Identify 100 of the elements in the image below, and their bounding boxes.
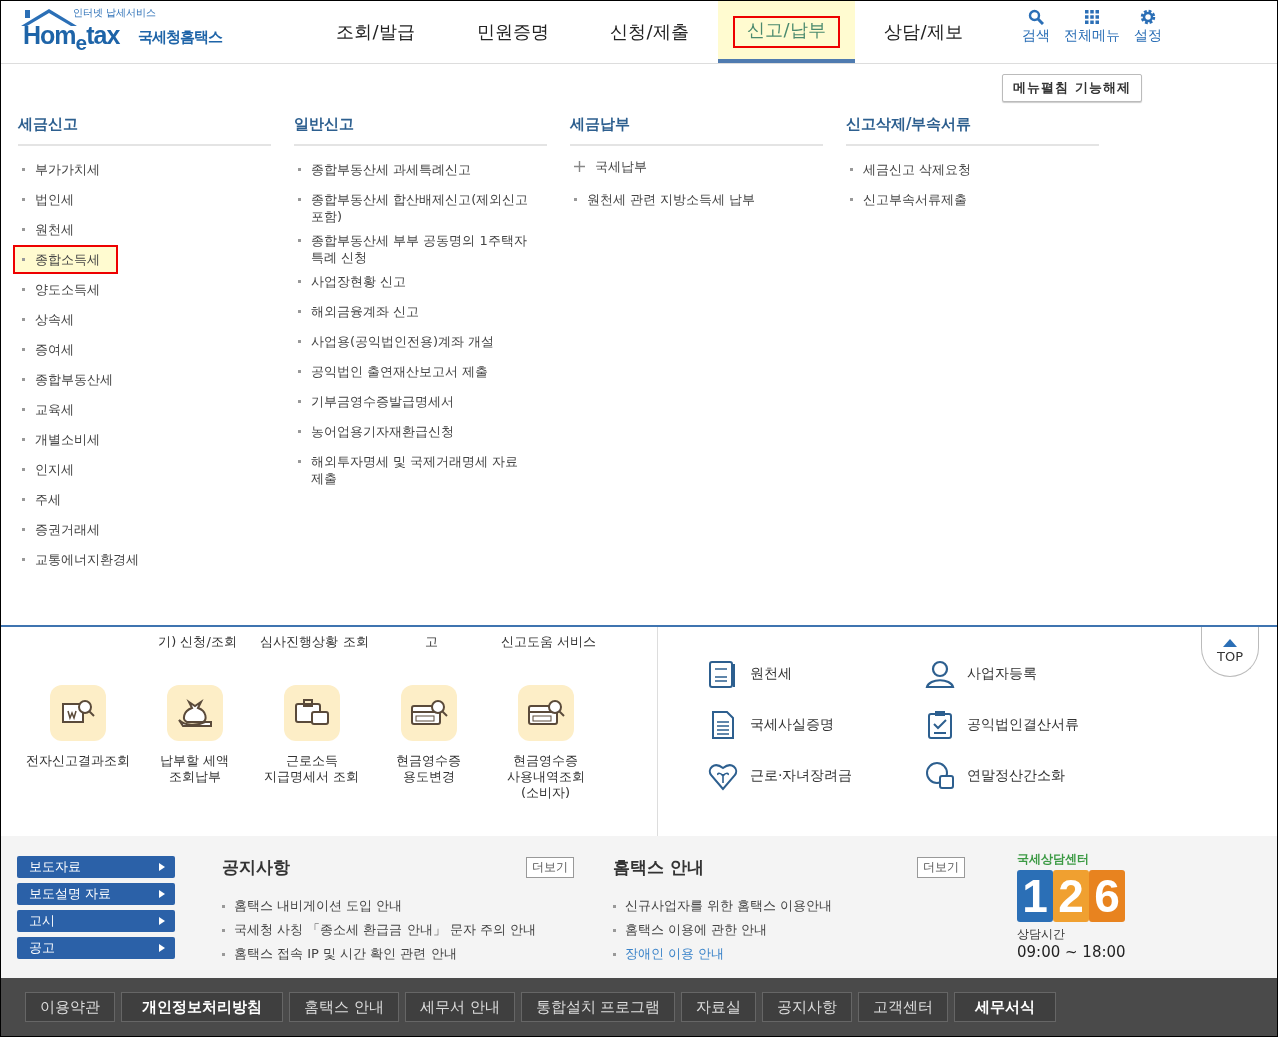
service-link[interactable]: 전자신고결과조회: [19, 685, 136, 801]
back-to-top-button[interactable]: TOP: [1201, 627, 1259, 677]
footer-link[interactable]: 통합설치 프로그램: [520, 992, 676, 1022]
bullet-icon: [298, 430, 301, 433]
bullet-icon: [613, 928, 616, 932]
menu-item[interactable]: 교육세: [18, 399, 74, 420]
footer-link[interactable]: 이용약관: [25, 992, 115, 1022]
tool-link[interactable]: 검색: [1022, 9, 1050, 63]
bullet-icon: [22, 438, 25, 441]
shortcut-link[interactable]: 근로·자녀장려금: [708, 761, 925, 791]
service-link[interactable]: 현금영수증 사용내역조회 (소비자): [487, 685, 604, 801]
menu-item[interactable]: 법인세: [18, 189, 74, 210]
footer-link[interactable]: 세무서식: [954, 992, 1057, 1022]
menu-item[interactable]: 상속세: [18, 309, 74, 330]
menu-item[interactable]: 해외금융계좌 신고: [294, 301, 420, 322]
notice-link[interactable]: 홈택스 이용에 관한 안내: [625, 921, 768, 939]
shortcut-link[interactable]: 사업자등록: [925, 659, 1142, 689]
press-link[interactable]: 보도자료: [17, 856, 175, 878]
nav-tab[interactable]: 상담/제보: [855, 1, 992, 63]
logo-wordmark[interactable]: Hom$_{e}$tax: [23, 21, 120, 55]
tool-link[interactable]: 전체메뉴: [1064, 9, 1120, 63]
more-button[interactable]: 더보기: [917, 857, 965, 878]
heart-sprout-icon: [708, 761, 738, 791]
arrow-right-icon: [159, 917, 165, 925]
service-link[interactable]: 근로소득 지급명세서 조회: [253, 685, 370, 801]
menu-item[interactable]: 신고부속서류제출: [846, 189, 967, 210]
bullet-icon: [22, 318, 25, 321]
footer-link[interactable]: 고객센터: [858, 992, 949, 1022]
press-link[interactable]: 고시: [17, 910, 175, 932]
menu-item[interactable]: 종합부동산세: [18, 369, 113, 390]
bullet-icon: [22, 198, 25, 201]
menu-toggle-button[interactable]: 메뉴펼침 기능해제: [1002, 74, 1142, 102]
menu-item[interactable]: 교통에너지환경세: [18, 549, 139, 570]
service-label[interactable]: 신고도움 서비스: [490, 633, 607, 651]
bullet-icon: [22, 558, 25, 561]
menu-item[interactable]: 종합부동산세 합산배제신고(제외신고 포함): [294, 189, 534, 227]
shortcut-link[interactable]: 연말정산간소화: [925, 761, 1142, 791]
footer-link[interactable]: 세무서 안내: [404, 992, 515, 1022]
menu-item[interactable]: 해외투자명세 및 국제거래명세 자료 제출: [294, 451, 534, 489]
card-search-icon: [409, 698, 448, 728]
press-link[interactable]: 공고: [17, 937, 175, 959]
menu-item[interactable]: 사업장현황 신고: [294, 271, 407, 292]
menu-item[interactable]: 종합부동산세 과세특례신고: [294, 159, 472, 180]
bullet-icon: [22, 378, 25, 381]
notice-link[interactable]: 홈택스 내비게이션 도입 안내: [234, 897, 403, 915]
notice-link[interactable]: 신규사업자를 위한 홈택스 이용안내: [625, 897, 833, 915]
menu-item[interactable]: 개별소비세: [18, 429, 100, 450]
nav-tab[interactable]: 신청/제출: [581, 1, 718, 63]
service-link[interactable]: 현금영수증 용도변경: [370, 685, 487, 801]
menu-item[interactable]: 기부금영수증발급명세서: [294, 391, 454, 412]
nav-tab[interactable]: 신고/납부: [718, 1, 855, 63]
service-label[interactable]: 기) 신청/조회: [139, 633, 256, 651]
shortcut-link[interactable]: 원천세: [708, 659, 925, 689]
notice-link[interactable]: 장애인 이용 안내: [625, 945, 725, 963]
press-link[interactable]: 보도설명 자료: [17, 883, 175, 905]
menu-item[interactable]: 국세납부: [570, 156, 647, 177]
menu-item[interactable]: 종합소득세: [15, 247, 116, 272]
notice-link[interactable]: 국세청 사칭 「종소세 환급금 안내」 문자 주의 안내: [234, 921, 536, 939]
bullet-icon: [850, 198, 853, 201]
bullet-icon: [298, 340, 301, 343]
more-button[interactable]: 더보기: [526, 857, 574, 878]
bullet-icon: [22, 468, 25, 471]
menu-item[interactable]: 농어업용기자재환급신청: [294, 421, 454, 442]
logo-title[interactable]: 국세청홈택스: [138, 28, 222, 47]
menu-heading: 일반신고: [294, 115, 547, 146]
bullet-icon: [298, 460, 301, 463]
menu-item[interactable]: 원천세 관련 지방소득세 납부: [570, 189, 756, 210]
footer-link[interactable]: 자료실: [681, 992, 757, 1022]
service-label[interactable]: 고: [373, 633, 490, 651]
hours-label: 상담시간: [1017, 926, 1066, 943]
menu-item[interactable]: 양도소득세: [18, 279, 100, 300]
footer-link[interactable]: 공지사항: [762, 992, 853, 1022]
menu-item[interactable]: 원천세: [18, 219, 74, 240]
notice-link[interactable]: 홈택스 접속 IP 및 시간 확인 관련 안내: [234, 945, 457, 963]
bullet-icon: [22, 348, 25, 351]
menu-item[interactable]: 인지세: [18, 459, 74, 480]
menu-heading: 신고삭제/부속서류: [846, 115, 1099, 146]
bullet-icon: [22, 528, 25, 531]
menu-item[interactable]: 세금신고 삭제요청: [846, 159, 972, 180]
service-label[interactable]: 심사진행상황 조회: [256, 633, 373, 651]
menu-item[interactable]: 사업용(공익법인전용)계좌 개설: [294, 331, 495, 352]
service-link[interactable]: 납부할 세액 조회납부: [136, 685, 253, 801]
money-bag-icon: [176, 698, 213, 728]
menu-item[interactable]: 공익법인 출연재산보고서 제출: [294, 361, 489, 382]
shortcut-link[interactable]: 국세사실증명: [708, 710, 925, 740]
nav-tab[interactable]: 조회/발급: [307, 1, 444, 63]
tool-link[interactable]: 설정: [1134, 9, 1162, 63]
menu-item[interactable]: 증여세: [18, 339, 74, 360]
bullet-icon: [222, 928, 225, 932]
bullet-icon: [22, 258, 25, 261]
footer-link[interactable]: 개인정보처리방침: [121, 992, 283, 1022]
menu-item[interactable]: 종합부동산세 부부 공동명의 1주택자 특례 신청: [294, 230, 534, 268]
menu-item[interactable]: 주세: [18, 489, 61, 510]
nav-tab[interactable]: 민원증명: [444, 1, 581, 63]
settings-icon: [1140, 9, 1156, 25]
menu-item[interactable]: 부가가치세: [18, 159, 100, 180]
menu-item[interactable]: 증권거래세: [18, 519, 100, 540]
bullet-icon: [298, 310, 301, 313]
shortcut-link[interactable]: 공익법인결산서류: [925, 710, 1142, 740]
footer-link[interactable]: 홈택스 안내: [289, 992, 399, 1022]
